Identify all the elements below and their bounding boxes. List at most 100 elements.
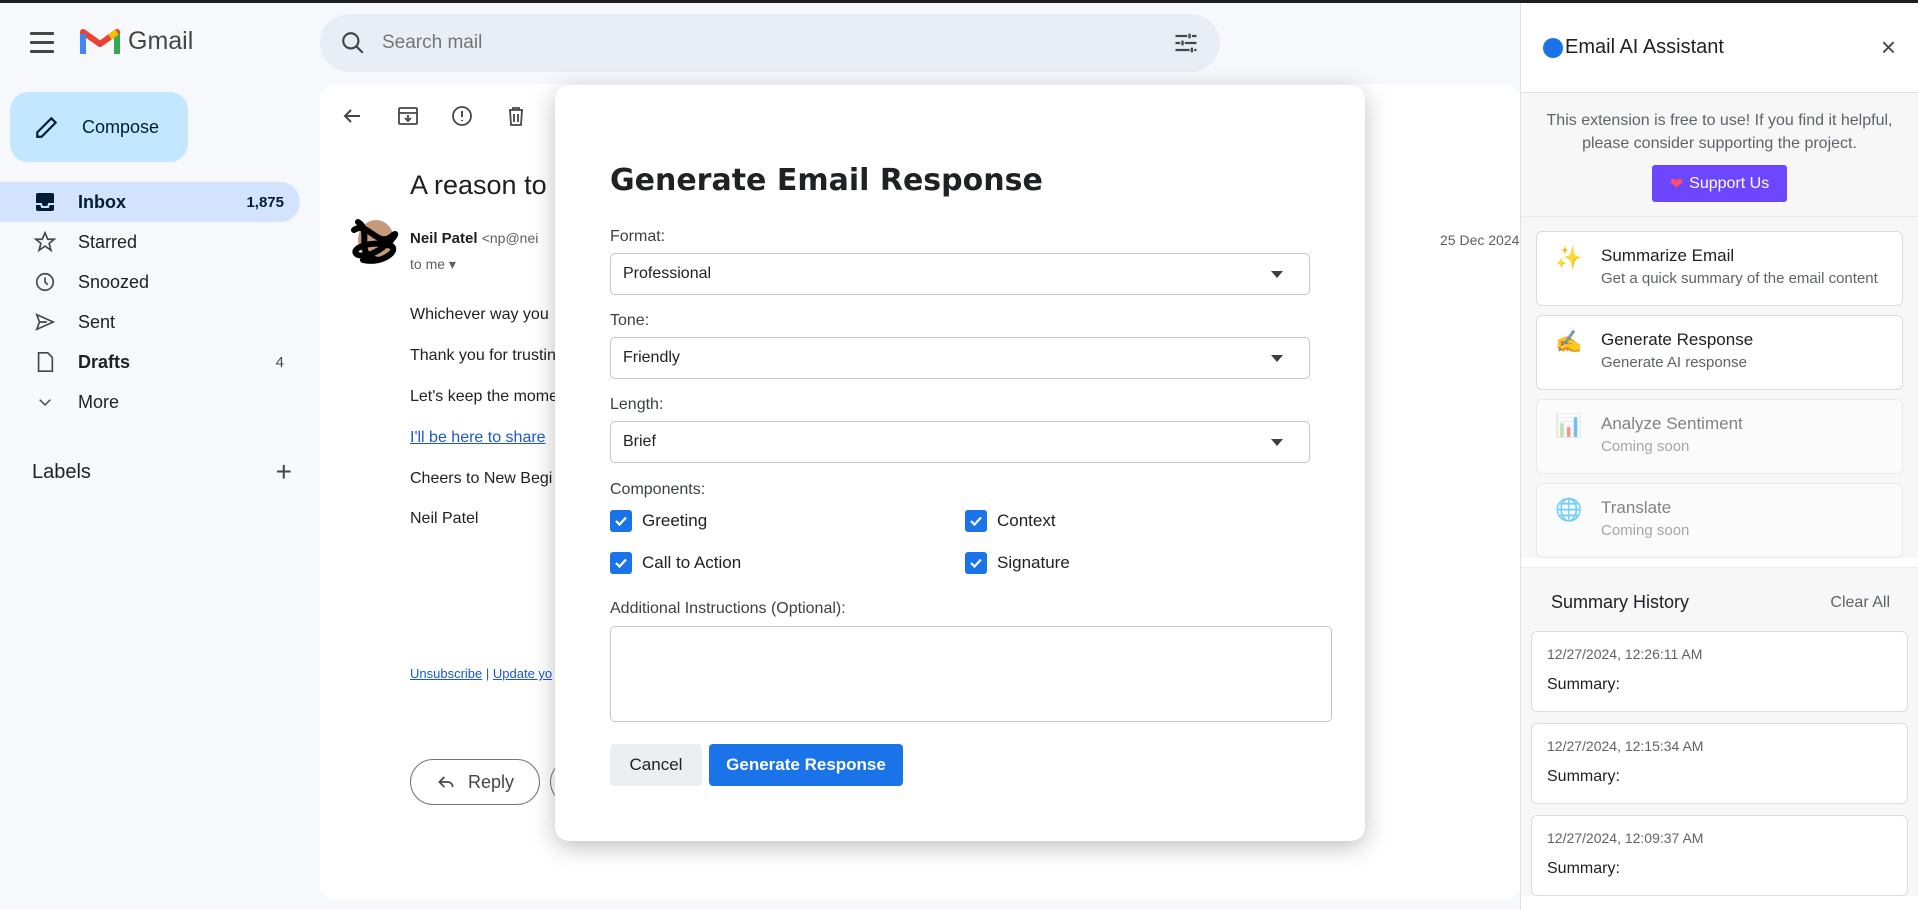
sidebar-item-label: Snoozed <box>78 271 150 292</box>
instructions-label: Additional Instructions (Optional): <box>610 600 846 617</box>
writing-hand-icon: ✍️ <box>1555 329 1583 354</box>
generate-response-button[interactable]: Generate Response <box>709 744 903 786</box>
unread-count: 1,875 <box>246 193 284 211</box>
search-icon[interactable] <box>340 30 366 56</box>
history-date: 12/27/2024, 12:15:34 AM <box>1547 738 1704 754</box>
generate-response-card[interactable]: ✍️ Generate Response Generate AI response <box>1536 315 1903 390</box>
close-icon[interactable]: × <box>1881 32 1896 63</box>
sidebar-item-snoozed[interactable]: Snoozed <box>0 262 300 302</box>
clock-icon <box>34 271 56 293</box>
email-body-link[interactable]: I'll be here to share <box>410 429 546 447</box>
support-us-button[interactable]: ❤ Support Us <box>1651 165 1788 202</box>
card-subtitle: Coming soon <box>1601 438 1690 455</box>
sidebar-item-drafts[interactable]: Drafts 4 <box>0 342 300 382</box>
labels-header: Labels + <box>32 458 292 486</box>
report-spam-icon[interactable] <box>450 104 474 128</box>
format-select[interactable]: Professional <box>610 253 1310 295</box>
history-summary: Summary: <box>1547 768 1620 785</box>
sidebar-item-inbox[interactable]: Inbox 1,875 <box>0 182 300 222</box>
support-section: This extension is free to use! If you fi… <box>1521 93 1918 217</box>
compose-label: Compose <box>82 116 160 137</box>
sparkles-icon: ✨ <box>1555 245 1583 270</box>
gmail-logo[interactable]: Gmail <box>80 26 193 56</box>
heart-icon: ❤ <box>1669 175 1684 193</box>
card-title: Generate Response <box>1601 330 1754 349</box>
call-to-action-checkbox[interactable]: Call to Action <box>610 552 741 574</box>
context-label: Context <box>997 511 1056 530</box>
greeting-checkbox[interactable]: Greeting <box>610 510 707 532</box>
sidebar-item-more[interactable]: More <box>0 382 300 422</box>
archive-icon[interactable] <box>396 104 420 128</box>
sidebar-item-sent[interactable]: Sent <box>0 302 300 342</box>
email-body-line: Cheers to New Begi <box>410 470 553 487</box>
sender-address: <np@nei <box>481 230 539 246</box>
panel-header: Email AI Assistant × <box>1521 3 1918 93</box>
history-date: 12/27/2024, 12:09:37 AM <box>1547 830 1704 846</box>
cancel-button[interactable]: Cancel <box>610 744 702 786</box>
analyze-sentiment-card: 📊 Analyze Sentiment Coming soon <box>1536 399 1903 474</box>
checkmark-icon <box>965 510 987 532</box>
main-menu-icon[interactable] <box>30 32 60 56</box>
signature-checkbox[interactable]: Signature <box>965 552 1070 574</box>
card-title: Analyze Sentiment <box>1601 414 1743 433</box>
tone-select[interactable]: Friendly <box>610 337 1310 379</box>
card-title: Translate <box>1601 498 1672 517</box>
compose-button[interactable]: Compose <box>10 92 188 162</box>
sidebar-item-label: More <box>78 391 120 412</box>
unsubscribe-link[interactable]: Unsubscribe <box>410 666 482 681</box>
email-subject: A reason to <box>410 170 547 200</box>
search-input[interactable] <box>382 32 1172 54</box>
history-summary: Summary: <box>1547 676 1620 693</box>
send-icon <box>34 311 56 333</box>
history-item[interactable]: 12/27/2024, 12:15:34 AM Summary: <box>1531 723 1908 804</box>
add-label-icon[interactable]: + <box>276 458 292 486</box>
gmail-m-icon <box>80 29 120 54</box>
panel-title: Email AI Assistant <box>1565 36 1724 58</box>
support-us-label: Support Us <box>1689 174 1770 192</box>
summarize-email-card[interactable]: ✨ Summarize Email Get a quick summary of … <box>1536 231 1903 306</box>
reply-label: Reply <box>467 771 515 792</box>
card-subtitle: Generate AI response <box>1601 354 1747 371</box>
sender-avatar <box>351 219 399 264</box>
email-footer: Unsubscribe | Update yo <box>410 666 553 681</box>
sidebar-item-label: Inbox <box>78 191 126 212</box>
history-date: 12/27/2024, 12:26:11 AM <box>1547 646 1703 662</box>
clear-all-button[interactable]: Clear All <box>1830 594 1890 612</box>
card-subtitle: Coming soon <box>1601 522 1690 539</box>
email-body-line: Whichever way you <box>410 306 549 323</box>
draft-count: 4 <box>275 353 284 371</box>
email-signature: Neil Patel <box>410 510 479 527</box>
recipient-toggle[interactable]: to me ▾ <box>410 256 456 273</box>
context-checkbox[interactable]: Context <box>965 510 1056 532</box>
greeting-label: Greeting <box>642 511 708 530</box>
assistant-logo-icon <box>1543 37 1563 58</box>
back-arrow-icon[interactable] <box>340 104 364 128</box>
dropdown-caret-icon <box>1271 354 1283 362</box>
email-body-line: Let's keep the mome <box>410 388 559 405</box>
components-label: Components: <box>610 481 706 498</box>
checkmark-icon <box>965 552 987 574</box>
history-item[interactable]: 12/27/2024, 12:26:11 AM Summary: <box>1531 631 1908 712</box>
star-icon <box>34 231 56 253</box>
action-cards: ✨ Summarize Email Get a quick summary of … <box>1521 217 1918 558</box>
app-name: Gmail <box>128 26 194 55</box>
reply-button[interactable]: Reply <box>410 759 540 805</box>
sender-name: Neil Patel <np@nei <box>410 230 538 247</box>
reply-icon <box>438 776 454 788</box>
generate-response-dialog: Generate Email Response Format: Professi… <box>555 85 1365 841</box>
signature-label: Signature <box>997 553 1070 572</box>
recipient-label: to me <box>410 256 446 272</box>
translate-card: 🌐 Translate Coming soon <box>1536 483 1903 558</box>
dropdown-caret-icon <box>1271 270 1283 278</box>
sidebar-item-starred[interactable]: Starred <box>0 222 300 262</box>
search-options-icon[interactable] <box>1172 29 1200 57</box>
update-preferences-link[interactable]: Update yo <box>493 666 552 681</box>
length-select[interactable]: Brief <box>610 421 1310 463</box>
format-label: Format: <box>610 228 666 245</box>
history-title: Summary History <box>1551 592 1690 612</box>
history-item[interactable]: 12/27/2024, 12:09:37 AM Summary: <box>1531 815 1908 896</box>
tone-label: Tone: <box>610 312 650 329</box>
delete-icon[interactable] <box>504 104 528 128</box>
email-body-line: Thank you for trustin <box>410 347 556 364</box>
instructions-textarea[interactable] <box>610 626 1332 722</box>
